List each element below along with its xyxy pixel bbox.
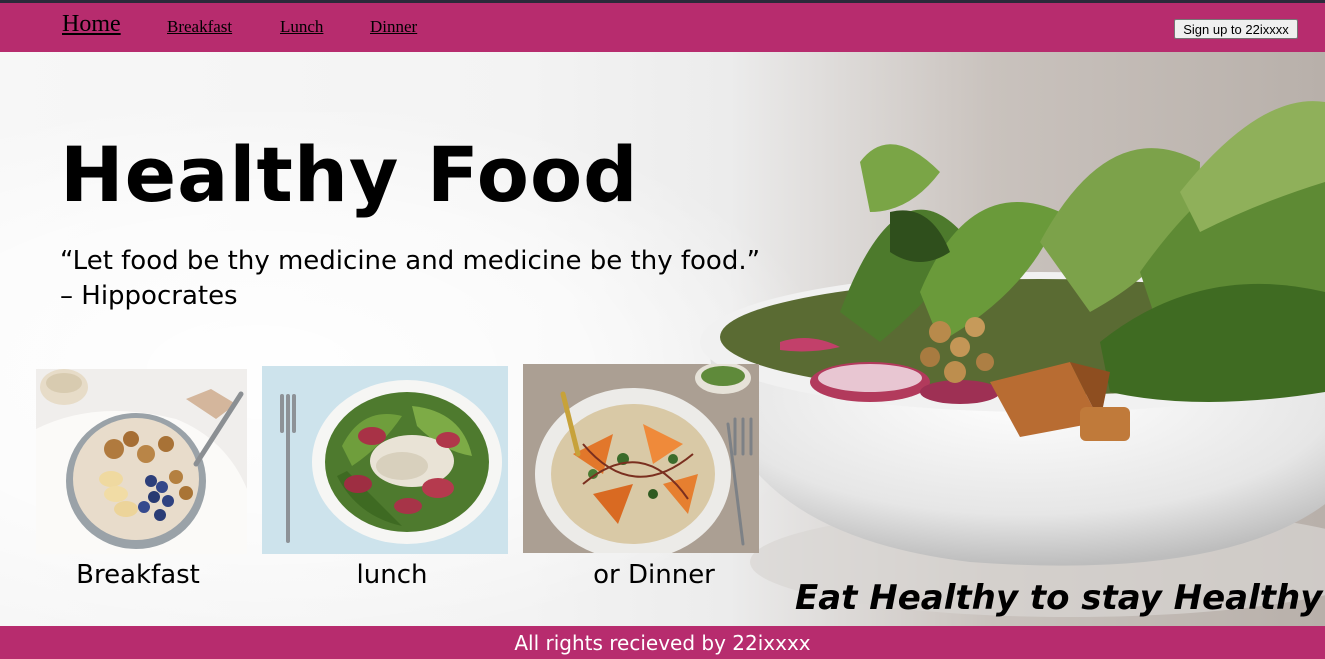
quote-author: – Hippocrates [60, 281, 238, 311]
nav-link-home[interactable]: Home [62, 11, 121, 38]
navbar: Home Breakfast Lunch Dinner Sign up to 2… [0, 3, 1325, 52]
nav-link-breakfast[interactable]: Breakfast [167, 17, 232, 37]
nav-link-lunch[interactable]: Lunch [280, 17, 323, 37]
hippocrates-quote: “Let food be thy medicine and medicine b… [60, 244, 760, 314]
dinner-label: or Dinner [593, 560, 715, 590]
breakfast-label: Breakfast [76, 560, 200, 590]
footer: All rights recieved by 22ixxxx [0, 626, 1325, 659]
hero-section: Healthy Food “Let food be thy medicine a… [0, 52, 1325, 626]
dinner-vegetable-image[interactable] [523, 364, 759, 553]
lunch-salad-image[interactable] [262, 366, 508, 554]
breakfast-oatmeal-image[interactable] [36, 369, 247, 554]
nav-link-dinner[interactable]: Dinner [370, 17, 417, 37]
footer-copyright: All rights recieved by 22ixxxx [514, 630, 811, 655]
slogan: Eat Healthy to stay Healthy [795, 578, 1323, 618]
quote-text: “Let food be thy medicine and medicine b… [60, 246, 761, 276]
lunch-label: lunch [356, 560, 428, 590]
page-title: Healthy Food [60, 130, 639, 219]
signup-button[interactable]: Sign up to 22ixxxx [1174, 19, 1298, 39]
